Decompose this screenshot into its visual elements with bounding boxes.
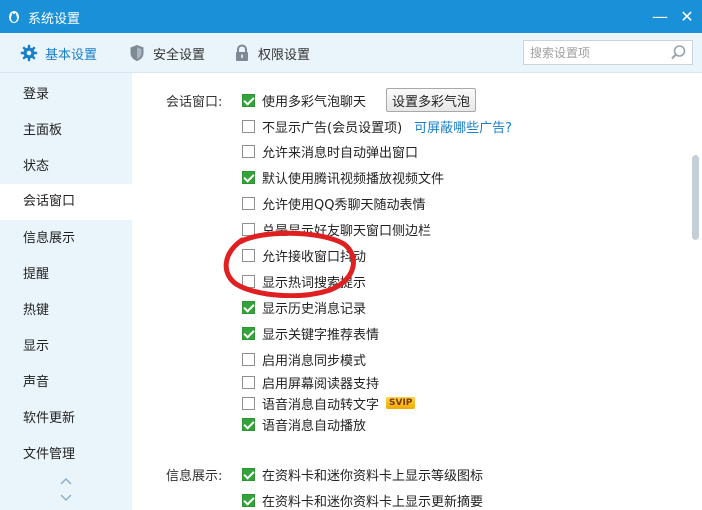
option-voice-to-text[interactable]: 语音消息自动转文字 SVIP [242, 394, 416, 413]
ad-info-link[interactable]: 可屏蔽哪些广告? [414, 117, 512, 136]
sidebar-item-file-management[interactable]: 文件管理 [0, 437, 132, 473]
tab-permission-settings-label: 权限设置 [258, 47, 311, 63]
option-label: 启用消息同步模式 [262, 353, 367, 369]
toolbar: 基本设置 安全设置 权限设置 [0, 33, 702, 73]
option-keyword-emoji[interactable]: 显示关键字推荐表情 [242, 324, 380, 343]
tab-permission-settings[interactable]: 权限设置 [233, 33, 310, 73]
checkbox[interactable] [242, 196, 255, 210]
set-bubble-button[interactable]: 设置多彩气泡 [386, 88, 477, 112]
gear-icon [20, 44, 38, 62]
option-label: 默认使用腾讯视频播放视频文件 [262, 171, 445, 187]
sidebar-item-status[interactable]: 状态 [0, 149, 132, 185]
option-tencent-video[interactable]: 默认使用腾讯视频播放视频文件 [242, 168, 445, 187]
checkbox[interactable] [242, 300, 255, 314]
option-sidebar[interactable]: 总是显示好友聊天窗口侧边栏 [242, 220, 432, 239]
settings-content: 会话窗口: 使用多彩气泡聊天 设置多彩气泡 不显示广告(会员设置项) 可屏蔽哪些… [132, 73, 702, 510]
title-bar: 系统设置 — ✕ [0, 0, 702, 33]
option-label: 显示热词搜索提示 [262, 275, 367, 291]
option-label: 允许接收窗口抖动 [262, 249, 367, 265]
tab-security-settings-label: 安全设置 [153, 47, 206, 63]
checkbox[interactable] [242, 144, 255, 158]
checkbox[interactable] [242, 119, 255, 133]
option-label: 语音消息自动转文字 [262, 397, 380, 413]
sidebar-item-hotkeys[interactable]: 热键 [0, 293, 132, 329]
option-label: 允许来消息时自动弹出窗口 [262, 145, 419, 161]
sidebar-item-main-panel[interactable]: 主面板 [0, 113, 132, 149]
option-auto-popup[interactable]: 允许来消息时自动弹出窗口 [242, 142, 419, 161]
sidebar: 登录 主面板 状态 会话窗口 信息展示 提醒 热键 显示 声音 软件更新 文件管… [0, 73, 132, 510]
penguin-icon [9, 11, 19, 23]
option-qqshow-emoji[interactable]: 允许使用QQ秀聊天随动表情 [242, 194, 426, 213]
tab-security-settings[interactable]: 安全设置 [128, 33, 205, 73]
checkbox[interactable] [242, 93, 255, 107]
sidebar-item-reminder[interactable]: 提醒 [0, 257, 132, 293]
checkbox[interactable] [242, 274, 255, 288]
checkbox[interactable] [242, 493, 255, 507]
section-label-session-window: 会话窗口: [166, 95, 223, 110]
option-hotword-tips[interactable]: 显示热词搜索提示 [242, 272, 367, 291]
close-button[interactable]: ✕ [675, 4, 699, 28]
tab-basic-settings[interactable]: 基本设置 [20, 33, 97, 73]
content-scrollbar[interactable] [692, 155, 699, 240]
checkbox[interactable] [242, 396, 255, 410]
window-title: 系统设置 [28, 12, 81, 27]
option-screen-reader[interactable]: 启用屏幕阅读器支持 [242, 373, 380, 392]
checkbox[interactable] [242, 467, 255, 481]
svip-badge: SVIP [386, 397, 416, 409]
minimize-button[interactable]: — [648, 4, 672, 28]
option-voice-autoplay[interactable]: 语音消息自动播放 [242, 415, 367, 434]
checkbox[interactable] [242, 248, 255, 262]
search-input[interactable] [530, 44, 670, 61]
option-label: 在资料卡和迷你资料卡上显示更新摘要 [262, 494, 484, 510]
checkbox[interactable] [242, 326, 255, 340]
option-label: 显示历史消息记录 [262, 301, 367, 317]
option-window-shake[interactable]: 允许接收窗口抖动 [242, 246, 367, 265]
option-label: 总是显示好友聊天窗口侧边栏 [262, 223, 432, 239]
option-label: 语音消息自动播放 [262, 418, 367, 434]
checkbox[interactable] [242, 352, 255, 366]
sidebar-item-software-update[interactable]: 软件更新 [0, 401, 132, 437]
checkbox[interactable] [242, 222, 255, 236]
checkbox[interactable] [242, 417, 255, 431]
option-label: 允许使用QQ秀聊天随动表情 [262, 197, 426, 213]
option-label: 在资料卡和迷你资料卡上显示等级图标 [262, 468, 484, 484]
option-hide-ads[interactable]: 不显示广告(会员设置项) 可屏蔽哪些广告? [242, 117, 512, 136]
checkbox[interactable] [242, 375, 255, 389]
option-label: 启用屏幕阅读器支持 [262, 376, 380, 392]
section-label-info-display: 信息展示: [166, 469, 223, 484]
sidebar-item-info-display[interactable]: 信息展示 [0, 221, 132, 257]
shield-icon [128, 44, 146, 62]
lock-icon [233, 44, 251, 62]
option-level-icon[interactable]: 在资料卡和迷你资料卡上显示等级图标 [242, 465, 484, 484]
option-colorful-bubble[interactable]: 使用多彩气泡聊天 [242, 91, 367, 110]
sidebar-item-sound[interactable]: 声音 [0, 365, 132, 401]
tab-basic-settings-label: 基本设置 [45, 47, 98, 63]
option-sync-mode[interactable]: 启用消息同步模式 [242, 350, 367, 369]
option-label: 不显示广告(会员设置项) [262, 120, 403, 136]
option-update-summary[interactable]: 在资料卡和迷你资料卡上显示更新摘要 [242, 491, 484, 510]
sidebar-scroll-up-icon[interactable] [59, 476, 73, 486]
sidebar-item-session-window[interactable]: 会话窗口 [0, 184, 132, 220]
sidebar-scroll-down-icon[interactable] [59, 493, 73, 503]
option-history[interactable]: 显示历史消息记录 [242, 298, 367, 317]
sidebar-item-display[interactable]: 显示 [0, 329, 132, 365]
option-label: 使用多彩气泡聊天 [262, 94, 367, 110]
option-label: 显示关键字推荐表情 [262, 327, 380, 343]
search-box[interactable] [523, 40, 693, 65]
checkbox[interactable] [242, 170, 255, 184]
search-icon[interactable] [670, 44, 687, 61]
sidebar-item-login[interactable]: 登录 [0, 77, 132, 113]
